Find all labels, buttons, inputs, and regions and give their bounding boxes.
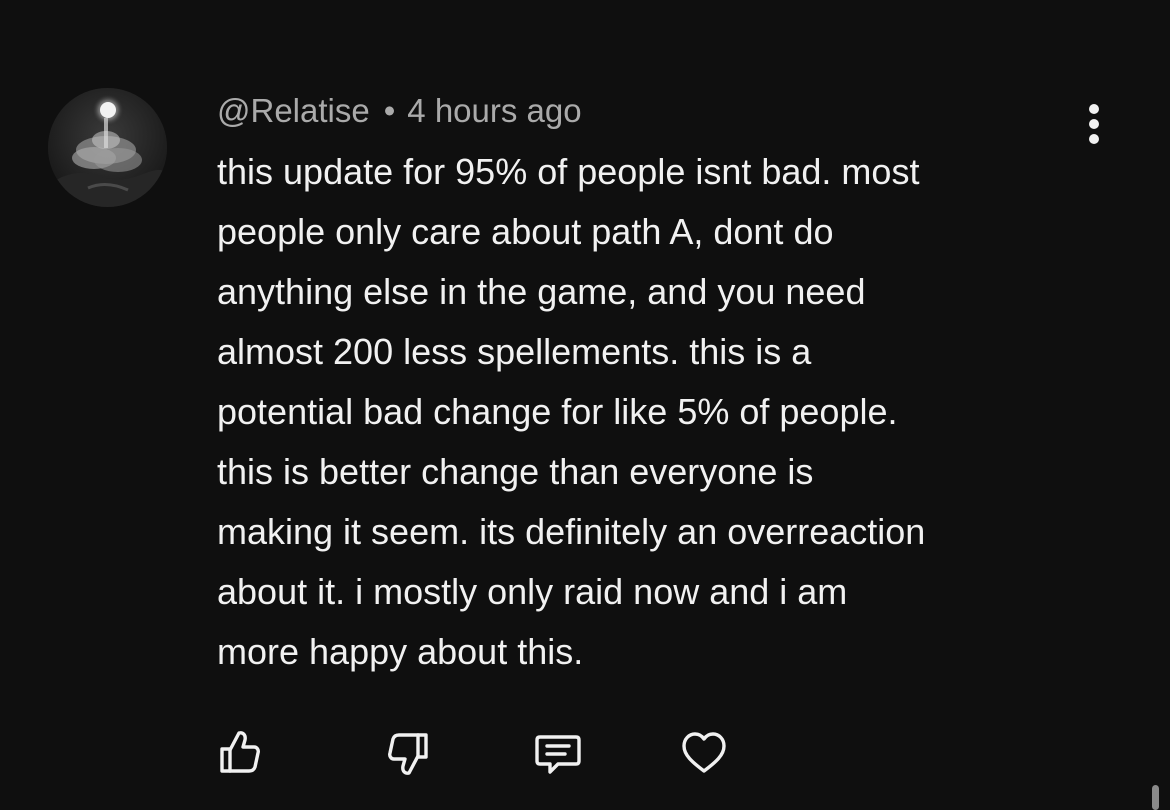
kebab-dot	[1089, 104, 1099, 114]
avatar[interactable]	[48, 88, 167, 207]
timestamp[interactable]: 4 hours ago	[407, 92, 581, 129]
author-handle[interactable]: @Relatise	[217, 92, 370, 129]
like-button[interactable]	[212, 725, 268, 781]
comment-line: making it seem. its definitely an overre…	[217, 511, 926, 552]
more-vertical-icon[interactable]	[1080, 104, 1110, 146]
comment-text: this update for 95% of people isnt bad. …	[217, 142, 1117, 682]
thumbs-up-icon	[220, 731, 260, 773]
heart-icon	[682, 732, 726, 773]
avatar-image	[48, 88, 167, 207]
thumbs-down-icon	[388, 733, 428, 775]
reply-button[interactable]	[530, 725, 586, 781]
comment-line: this is better change than everyone is	[217, 451, 814, 492]
comment-line: this update for 95% of people isnt bad. …	[217, 151, 920, 192]
comment-line: almost 200 less spellements. this is a	[217, 331, 812, 372]
comment-line: more happy about this.	[217, 631, 584, 672]
reply-comment-icon	[535, 735, 581, 774]
comment-actions	[0, 725, 1170, 785]
kebab-dot	[1089, 119, 1099, 129]
comment-line: people only care about path A, dont do	[217, 211, 834, 252]
comment-meta: @Relatise • 4 hours ago	[217, 90, 582, 132]
comment-thread: @Relatise • 4 hours ago this update for 95…	[0, 0, 1170, 810]
meta-separator: •	[383, 92, 396, 129]
dislike-button[interactable]	[380, 725, 436, 781]
comment-line: about it. i mostly only raid now and i a…	[217, 571, 848, 612]
heart-button[interactable]	[676, 725, 732, 781]
comment-line: anything else in the game, and you need	[217, 271, 866, 312]
scrollbar[interactable]	[1152, 785, 1159, 810]
comment-line: potential bad change for like 5% of peop…	[217, 391, 898, 432]
